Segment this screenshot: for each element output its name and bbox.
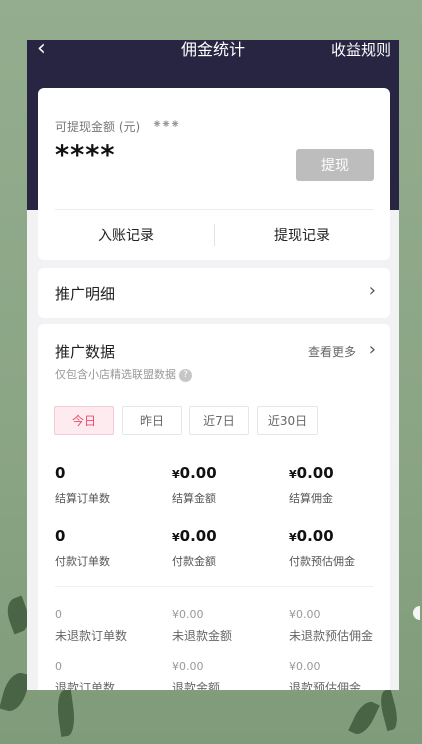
refund-amount-stat: ¥0.00 退款金额 xyxy=(172,660,221,690)
withdraw-button[interactable]: 提现 xyxy=(296,149,374,181)
promo-detail-title: 推广明细 xyxy=(55,285,116,303)
unrefunded-orders-stat: 0 未退款订单数 xyxy=(55,608,128,643)
settled-orders-stat: 0 结算订单数 xyxy=(55,464,110,505)
settled-amount-stat: ¥0.00 结算金额 xyxy=(172,464,217,505)
eye-closed-icon[interactable]: ⁕⁕⁕ xyxy=(152,117,180,131)
note-text: 仅包含小店精选联盟数据 xyxy=(55,368,176,381)
balance-card: 可提现金额 (元) ⁕⁕⁕ **** 提现 入账记录 提现记录 xyxy=(38,88,390,260)
promo-data-title: 推广数据 xyxy=(55,343,116,361)
help-icon[interactable]: ? xyxy=(179,368,192,382)
tab-today[interactable]: 今日 xyxy=(54,406,114,435)
view-more-link[interactable]: 查看更多 xyxy=(308,343,356,360)
tab-30days[interactable]: 近30日 xyxy=(257,406,318,435)
tab-7days[interactable]: 近7日 xyxy=(189,406,249,435)
withdraw-records-button[interactable]: 提现记录 xyxy=(214,210,390,260)
paid-estimated-commission-stat: ¥0.00 付款预估佣金 xyxy=(289,527,355,568)
refund-orders-stat: 0 退款订单数 xyxy=(55,660,116,690)
paid-orders-stat: 0 付款订单数 xyxy=(55,527,110,568)
promo-data-card: 推广数据 查看更多 › 仅包含小店精选联盟数据? 今日 昨日 近7日 近30日 … xyxy=(38,324,390,690)
refund-commission-stat: ¥0.00 退款预估佣金 xyxy=(289,660,362,690)
paid-amount-stat: ¥0.00 付款金额 xyxy=(172,527,217,568)
chevron-right-icon: › xyxy=(368,280,376,301)
withdrawable-label: 可提现金额 (元) xyxy=(55,120,141,134)
chevron-right-icon[interactable]: › xyxy=(369,339,376,360)
promo-detail-row[interactable]: 推广明细 › xyxy=(38,268,390,318)
tab-yesterday[interactable]: 昨日 xyxy=(122,406,182,435)
unrefunded-amount-stat: ¥0.00 未退款金额 xyxy=(172,608,233,643)
divider xyxy=(55,586,374,587)
app-screen: ‹ 佣金统计 收益规则 可提现金额 (元) ⁕⁕⁕ **** 提现 入账记录 提… xyxy=(27,40,399,690)
entry-records-button[interactable]: 入账记录 xyxy=(38,210,214,260)
nav-bar: ‹ 佣金统计 收益规则 xyxy=(27,40,399,60)
data-scope-note: 仅包含小店精选联盟数据? xyxy=(55,366,192,382)
masked-amount: **** xyxy=(55,140,116,171)
floating-handle[interactable] xyxy=(413,606,420,620)
earnings-rules-link[interactable]: 收益规则 xyxy=(331,40,391,60)
unrefunded-commission-stat: ¥0.00 未退款预估佣金 xyxy=(289,608,374,643)
settled-commission-stat: ¥0.00 结算佣金 xyxy=(289,464,334,505)
